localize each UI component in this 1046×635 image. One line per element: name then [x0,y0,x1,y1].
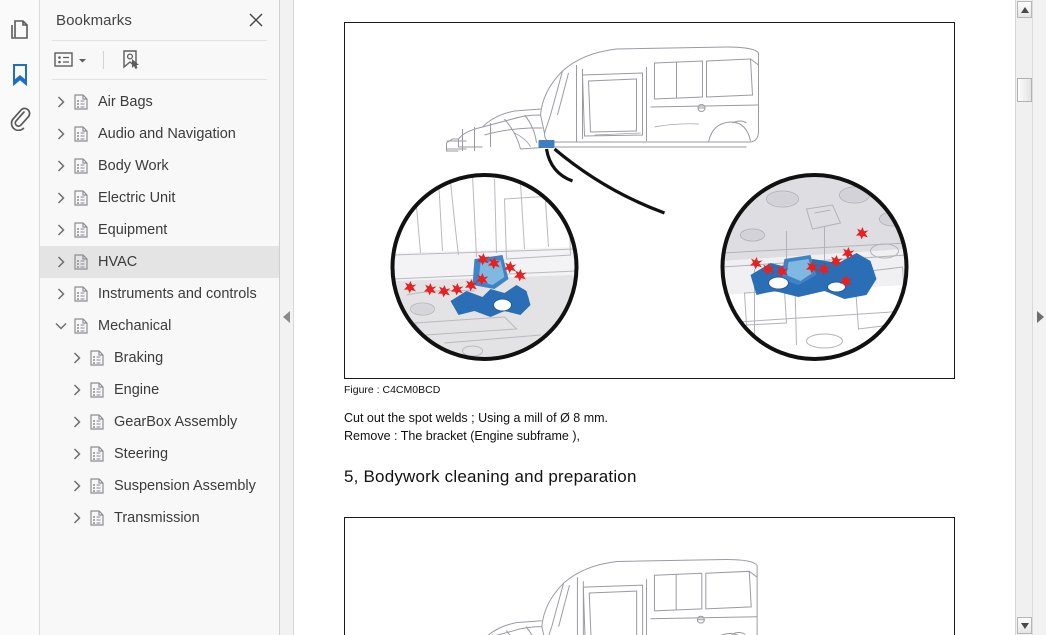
chevron-right-icon[interactable] [52,125,70,143]
bookmark-node-icon [70,286,92,302]
chevron-down-icon[interactable] [52,317,70,335]
scrollbar-thumb[interactable] [1017,78,1032,102]
bookmark-item-audio-and-navigation[interactable]: Audio and Navigation [40,118,279,150]
panel-splitter[interactable] [280,0,294,635]
chevron-right-icon[interactable] [52,285,70,303]
chevron-right-icon[interactable] [68,445,86,463]
bookmarks-panel: Bookmarks Air Bags Audio and Navigation … [40,0,280,635]
bookmarks-panel-header: Bookmarks [40,0,279,40]
bookmark-item-steering[interactable]: Steering [40,438,279,470]
right-panel-splitter[interactable] [1032,0,1046,635]
bookmark-item-gearbox-assembly[interactable]: GearBox Assembly [40,406,279,438]
figure-2-container [344,517,955,635]
chevron-right-icon[interactable] [68,509,86,527]
bookmark-tree: Air Bags Audio and Navigation Body Work Ele… [40,80,279,635]
bookmark-node-icon [86,510,108,526]
bookmark-node-icon [70,190,92,206]
section-heading: 5, Bodywork cleaning and preparation [344,467,637,486]
close-icon[interactable] [245,9,267,31]
bookmark-item-braking[interactable]: Braking [40,342,279,374]
bookmarks-toolbar [40,41,279,79]
bookmark-node-icon [86,414,108,430]
document-scrollbar[interactable] [1015,0,1032,635]
bookmark-node-icon [86,446,108,462]
bookmark-node-icon [86,382,108,398]
collapse-left-panel-icon[interactable] [283,310,291,328]
chevron-right-icon[interactable] [52,189,70,207]
instruction-line-1: Cut out the spot welds ; Using a mill of… [344,411,608,425]
bookmark-item-equipment[interactable]: Equipment [40,214,279,246]
bookmark-node-icon [86,478,108,494]
chevron-right-icon[interactable] [68,477,86,495]
bookmark-item-label: Mechanical [98,318,172,334]
bookmark-item-label: Audio and Navigation [98,126,236,142]
chevron-right-icon[interactable] [68,349,86,367]
chevron-right-icon[interactable] [52,221,70,239]
bookmark-item-label: Body Work [98,158,169,174]
bookmark-node-icon [70,94,92,110]
bookmark-item-body-work[interactable]: Body Work [40,150,279,182]
bookmark-item-label: Transmission [114,510,200,526]
sidebar-icon-rail [0,0,40,635]
bookmark-node-icon [70,318,92,334]
bookmark-item-hvac[interactable]: HVAC [40,246,279,278]
instruction-line-2: Remove : The bracket (Engine subframe ), [344,429,580,443]
bookmark-options-menu[interactable] [52,47,89,73]
scroll-down-button[interactable] [1017,617,1032,634]
van-body-spot-weld-diagram-2 [487,558,758,635]
chevron-right-icon[interactable] [68,381,86,399]
bookmark-item-label: Equipment [98,222,168,238]
chevron-down-icon [79,58,86,62]
bookmark-item-electric-unit[interactable]: Electric Unit [40,182,279,214]
chevron-right-icon[interactable] [52,157,70,175]
bookmark-item-mechanical[interactable]: Mechanical [40,310,279,342]
bookmark-item-label: HVAC [98,254,138,270]
figure-1-caption: Figure : C4CM0BCD [344,384,441,396]
bookmark-item-label: Engine [114,382,160,398]
bookmark-node-icon [70,126,92,142]
bookmark-node-icon [86,350,108,366]
bookmark-item-suspension-assembly[interactable]: Suspension Assembly [40,470,279,502]
bookmark-node-icon [70,222,92,238]
expand-right-panel-icon[interactable] [1036,310,1044,328]
chevron-right-icon[interactable] [68,413,86,431]
bookmark-item-transmission[interactable]: Transmission [40,502,279,534]
panel-title: Bookmarks [56,11,132,29]
bookmark-item-engine[interactable]: Engine [40,374,279,406]
bookmark-item-instruments-and-controls[interactable]: Instruments and controls [40,278,279,310]
bookmark-item-air-bags[interactable]: Air Bags [40,86,279,118]
van-body-spot-weld-diagram [390,46,909,361]
chevron-right-icon[interactable] [52,93,70,111]
bookmark-node-icon [70,158,92,174]
bookmarks-icon[interactable] [5,58,35,92]
bookmark-item-label: Instruments and controls [98,286,257,302]
pdf-page: Figure : C4CM0BCD Cut out the spot welds… [294,0,1015,635]
bookmark-item-label: GearBox Assembly [114,414,238,430]
document-viewport[interactable]: Figure : C4CM0BCD Cut out the spot welds… [294,0,1015,635]
bookmark-item-label: Steering [114,446,169,462]
pdf-reader-window: Bookmarks Air Bags Audio and Navigation … [0,0,1046,635]
toolbar-separator [103,51,104,69]
bookmark-item-label: Braking [114,350,164,366]
attachments-icon[interactable] [5,102,35,136]
bookmark-item-label: Electric Unit [98,190,176,206]
bookmark-item-label: Suspension Assembly [114,478,256,494]
chevron-right-icon[interactable] [52,253,70,271]
scroll-up-button[interactable] [1017,1,1032,18]
figure-1-container [344,22,955,379]
bookmark-node-icon [70,254,92,270]
pages-thumbnails-icon[interactable] [5,14,35,48]
expand-current-bookmark-button[interactable] [118,47,144,73]
bookmark-item-label: Air Bags [98,94,153,110]
